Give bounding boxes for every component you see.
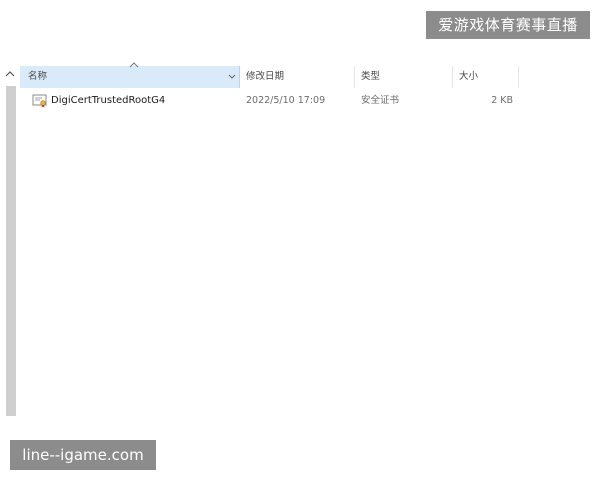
file-explorer-view: 爱游戏体育赛事直播 名称 修改日期 类型 大小 DigiCertTrustedR…: [0, 0, 600, 480]
column-name-label: 名称: [28, 71, 48, 82]
column-date-label: 修改日期: [246, 71, 285, 82]
certificate-icon: [32, 94, 48, 108]
scroll-up-button[interactable]: [3, 66, 17, 82]
column-header-size[interactable]: 大小: [453, 66, 519, 88]
column-header-date[interactable]: 修改日期: [240, 66, 355, 88]
column-header-type[interactable]: 类型: [355, 66, 453, 88]
column-size-label: 大小: [459, 71, 479, 82]
column-header-name[interactable]: 名称: [20, 62, 240, 88]
file-date: 2022/5/10 17:09: [246, 95, 326, 106]
file-size: 2 KB: [491, 95, 513, 106]
scroll-thumb[interactable]: [6, 86, 16, 416]
file-row[interactable]: DigiCertTrustedRootG4 2022/5/10 17:09 安全…: [20, 91, 520, 111]
column-header: 名称 修改日期 类型 大小: [20, 62, 520, 88]
chevron-down-icon[interactable]: [227, 72, 237, 82]
chevron-up-icon: [5, 71, 15, 77]
file-name: DigiCertTrustedRootG4: [51, 95, 166, 106]
column-type-label: 类型: [361, 71, 381, 82]
watermark-bottom: line--igame.com: [10, 440, 156, 470]
vertical-scrollbar[interactable]: [3, 66, 17, 416]
file-type: 安全证书: [361, 95, 400, 106]
sort-ascending-icon: [128, 60, 140, 70]
watermark-top: 爱游戏体育赛事直播: [426, 11, 590, 39]
file-name-cell[interactable]: DigiCertTrustedRootG4: [32, 91, 232, 111]
